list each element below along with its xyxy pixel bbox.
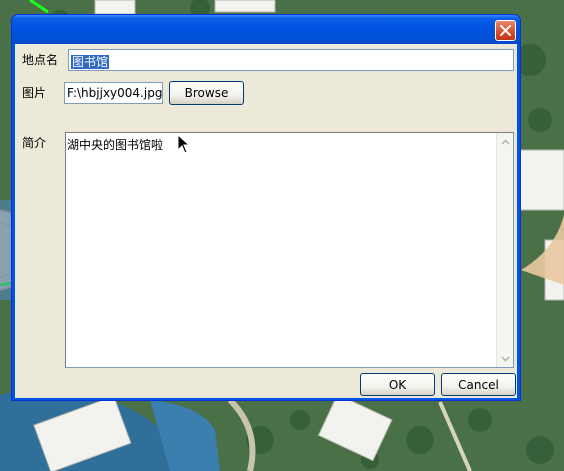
place-name-input[interactable]: 图书馆 [68, 49, 514, 71]
description-scrollbar[interactable] [496, 133, 513, 367]
edit-place-dialog: 地点名 图书馆 图片 F:\hbjjxy004.jpg Browse 简介 湖中… [11, 14, 521, 401]
close-button[interactable] [495, 20, 516, 41]
ok-button[interactable]: OK [360, 373, 435, 396]
scroll-down-button[interactable] [498, 351, 513, 366]
description-textarea[interactable]: 湖中央的图书馆啦 [65, 132, 514, 368]
picture-label: 图片 [22, 86, 47, 100]
chevron-up-icon [501, 138, 510, 145]
description-text: 湖中央的图书馆啦 [67, 138, 164, 152]
place-name-label: 地点名 [22, 53, 59, 67]
browse-button[interactable]: Browse [169, 81, 244, 105]
scroll-up-button[interactable] [498, 134, 513, 149]
place-name-selected-text: 图书馆 [71, 55, 110, 69]
cancel-button[interactable]: Cancel [441, 373, 516, 396]
chevron-down-icon [501, 355, 510, 362]
dialog-client-area: 地点名 图书馆 图片 F:\hbjjxy004.jpg Browse 简介 湖中… [15, 44, 517, 398]
description-label: 简介 [22, 136, 47, 150]
picture-path-input[interactable]: F:\hbjjxy004.jpg [64, 82, 163, 104]
dialog-titlebar[interactable] [12, 15, 520, 44]
close-icon [500, 25, 511, 36]
